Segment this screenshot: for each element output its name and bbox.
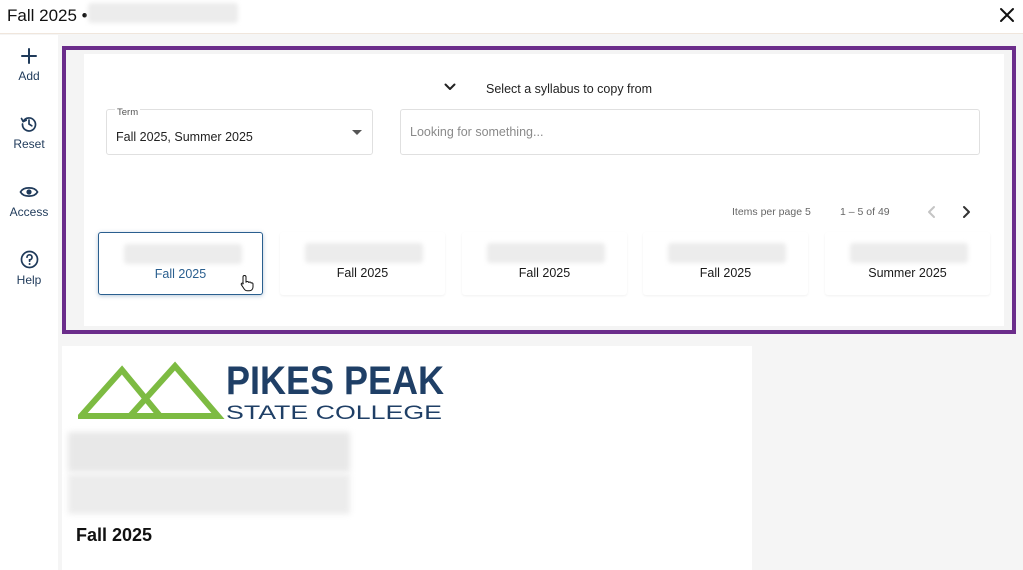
search-input[interactable] [400,109,980,155]
page-range: 1 – 5 of 49 [840,206,890,218]
window-title: Fall 2025 • [7,6,88,25]
redacted-course-name [850,243,968,263]
syllabus-card-term: Summer 2025 [868,266,947,280]
redacted-course-info [68,432,350,472]
hand-pointer-icon [240,274,254,292]
panel-header[interactable]: Select a syllabus to copy from [444,80,704,100]
help-circle-icon [20,250,38,269]
redacted-course-name [124,244,242,264]
redacted-course-name [487,243,605,263]
redacted-course-name [305,243,423,263]
logo-wordmark: PIKES PEAK [226,359,444,403]
sidebar-item-help[interactable]: Help [0,250,58,306]
sidebar-item-label: Reset [13,137,45,151]
syllabus-card-term: Fall 2025 [154,267,207,281]
syllabus-card[interactable]: Fall 2025 [462,232,627,295]
college-logo: PIKES PEAK STATE COLLEGE [78,359,444,422]
sidebar-item-add[interactable]: Add [0,47,58,103]
syllabus-card-term: Fall 2025 [336,266,389,280]
sidebar-item-label: Access [9,205,49,219]
syllabus-card[interactable]: Summer 2025 [825,232,990,295]
redacted-course-name [668,243,786,263]
sidebar-item-label: Help [16,273,42,287]
close-icon[interactable] [996,4,1018,26]
top-bar: Fall 2025 • [0,0,1023,34]
syllabus-card-term: Fall 2025 [699,266,752,280]
copy-syllabus-card: Select a syllabus to copy from Term Fall… [84,54,1004,326]
pagination: Items per page 5 1 – 5 of 49 [724,204,984,224]
sidebar: Add Reset Access Help [0,35,58,570]
chevron-left-icon[interactable] [924,204,940,220]
term-select[interactable]: Term Fall 2025, Summer 2025 [106,107,373,155]
term-select-value: Fall 2025, Summer 2025 [116,130,253,144]
syllabus-card[interactable]: Fall 2025 [643,232,808,295]
chevron-right-icon[interactable] [958,204,974,220]
chevron-down-icon[interactable] [444,83,456,91]
syllabus-card[interactable]: Fall 2025 [98,232,263,295]
syllabus-card-term: Fall 2025 [518,266,571,280]
sidebar-item-label: Add [18,69,40,83]
history-icon [20,117,37,132]
eye-icon [19,186,39,198]
syllabus-preview: PIKES PEAK STATE COLLEGE Fall 2025 [62,346,752,570]
copy-syllabus-panel: Select a syllabus to copy from Term Fall… [62,46,1016,334]
plus-icon [21,48,37,64]
term-select-label: Term [115,107,141,118]
document-term-title: Fall 2025 [76,525,153,545]
redacted-course-name [88,3,238,23]
sidebar-item-access[interactable]: Access [0,183,58,239]
items-per-page[interactable]: Items per page 5 [732,206,811,218]
redacted-course-info [68,474,350,514]
dropdown-caret-icon [352,130,362,135]
sidebar-item-reset[interactable]: Reset [0,115,58,171]
logo-subtitle: STATE COLLEGE [226,403,442,422]
panel-heading: Select a syllabus to copy from [486,82,653,96]
syllabus-card[interactable]: Fall 2025 [280,232,445,295]
